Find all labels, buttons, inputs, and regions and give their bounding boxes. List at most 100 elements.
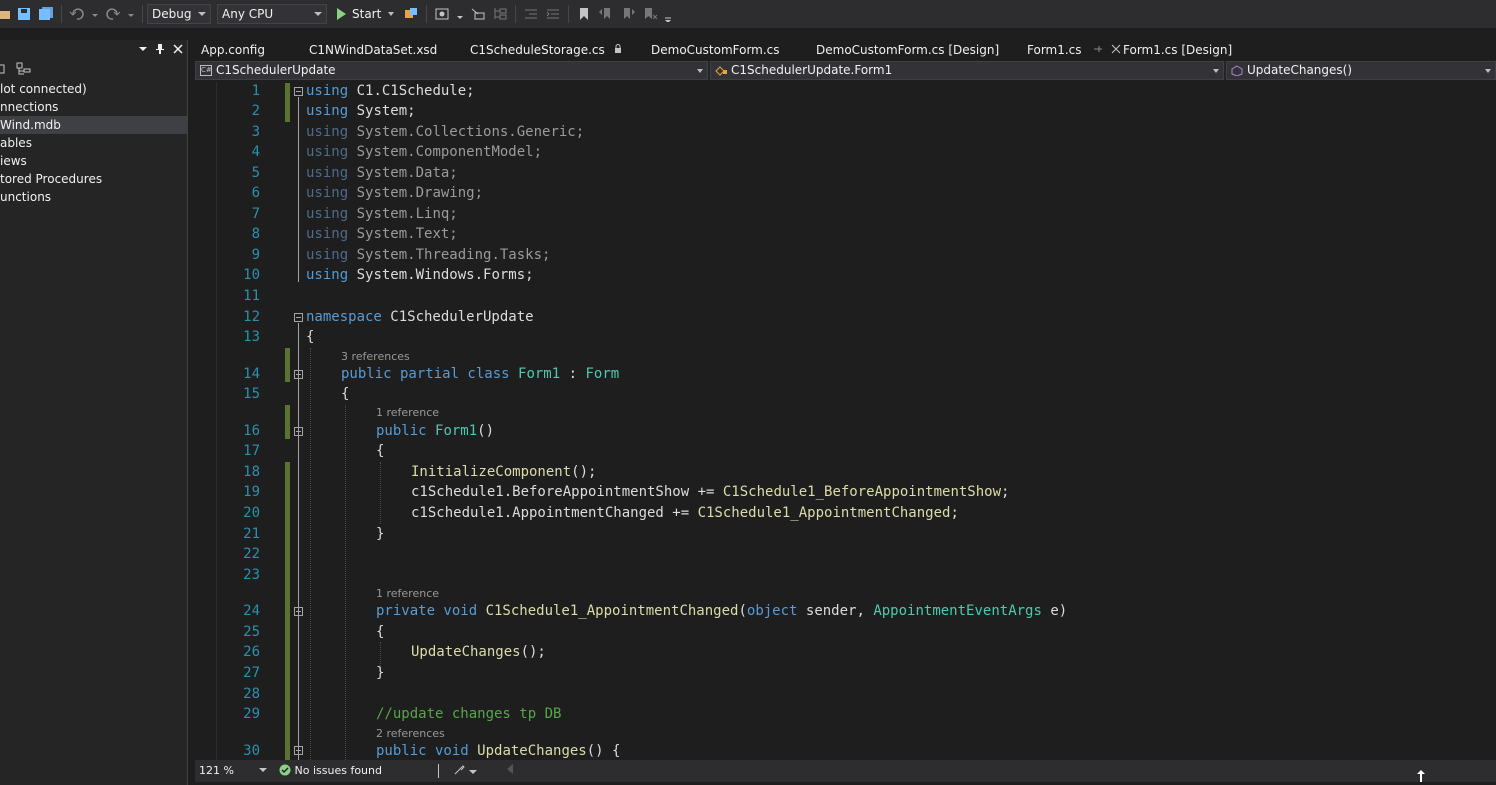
tab-democustomform-design[interactable]: DemoCustomForm.cs [Design] [816, 41, 999, 61]
tree-item-functions[interactable]: unctions [0, 188, 187, 206]
keyword: namespace [306, 309, 382, 325]
line-number: 13 [243, 329, 260, 345]
indent-guide [380, 462, 381, 524]
refresh-icon[interactable] [0, 62, 6, 76]
tab-democustomform-cs[interactable]: DemoCustomForm.cs [651, 41, 780, 61]
hierarchy-icon[interactable] [492, 6, 508, 22]
keyword: using [306, 226, 349, 242]
tree-item-tables[interactable]: ables [0, 134, 187, 152]
collapse-icon[interactable] [294, 313, 303, 322]
type-dropdown[interactable]: C1SchedulerUpdate.Form1 [710, 61, 1224, 80]
code-line: using System.ComponentModel; [306, 144, 542, 160]
csharp-project-icon: C# [200, 65, 212, 76]
tree-item-connections[interactable]: nnections [0, 98, 187, 116]
mouse-cursor [1417, 770, 1425, 785]
screenshot-icon[interactable] [434, 6, 450, 22]
pin-icon[interactable] [1093, 44, 1103, 54]
member-value: UpdateChanges() [1247, 63, 1353, 77]
platform-select[interactable]: Any CPU [217, 4, 327, 24]
code-line: using System.Windows.Forms; [306, 267, 534, 283]
main-toolbar: Debug Any CPU Start [0, 0, 1496, 28]
zoom-dropdown[interactable]: 121 % [199, 764, 268, 777]
codelens-references[interactable]: 2 references [376, 727, 445, 740]
project-dropdown[interactable]: C# C1SchedulerUpdate [195, 61, 708, 80]
codelens-references[interactable]: 1 reference [376, 587, 439, 600]
tab-c1nwinddataset-xsd[interactable]: C1NWindDataSet.xsd [309, 41, 437, 61]
collapse-icon[interactable] [294, 746, 303, 755]
pin-icon[interactable] [155, 43, 165, 55]
step-over-icon[interactable] [470, 6, 486, 22]
toolbar-separator [142, 5, 143, 23]
start-button[interactable]: Start [337, 7, 395, 21]
line-number: 28 [243, 686, 260, 702]
collapse-icon[interactable] [294, 370, 303, 379]
clear-bookmarks-icon[interactable] [642, 6, 658, 22]
change-marker [285, 348, 290, 382]
line-number: 3 [251, 124, 260, 140]
code-editor[interactable]: 1 2 3 4 5 6 7 8 9 10 11 12 13 14 15 16 1… [217, 82, 1496, 760]
collapse-icon[interactable] [294, 87, 303, 96]
cleanup-brush-button[interactable] [453, 764, 477, 779]
panel-header [0, 40, 187, 58]
keyword: private void [376, 603, 486, 619]
type-name: Form1 [518, 366, 561, 382]
connect-database-icon[interactable] [16, 62, 32, 76]
fold-line [298, 323, 299, 760]
code-line: using System.Text; [306, 226, 458, 242]
undo-icon[interactable] [69, 6, 85, 22]
issues-indicator[interactable]: No issues found [279, 764, 382, 777]
codelens-references[interactable]: 1 reference [376, 406, 439, 419]
code-line: using System.Data; [306, 165, 458, 181]
indent-guide [310, 348, 311, 760]
tab-form1-design[interactable]: Form1.cs [Design] [1123, 41, 1232, 61]
code-text: sender, [797, 603, 874, 619]
keyword: public void [376, 743, 478, 759]
editor-status-bar: 121 % No issues found [195, 760, 1496, 782]
undo-dropdown-icon[interactable] [91, 6, 99, 22]
toolbar-overflow-icon[interactable] [664, 6, 672, 23]
redo-icon[interactable] [105, 6, 121, 22]
project-value: C1SchedulerUpdate [216, 63, 336, 77]
codelens-references[interactable]: 3 references [341, 350, 410, 363]
indent-icon[interactable] [545, 6, 561, 22]
collapse-icon[interactable] [294, 607, 303, 616]
keyword: object [746, 603, 798, 619]
chevron-down-icon[interactable] [388, 12, 395, 16]
save-all-icon[interactable] [38, 6, 54, 22]
method-name: C1Schedule1_BeforeAppointmentShow [722, 484, 1002, 500]
align-dropdown-icon[interactable] [456, 6, 464, 22]
member-dropdown[interactable]: UpdateChanges() [1226, 61, 1496, 80]
tree-item-views[interactable]: iews [0, 152, 187, 170]
configuration-select[interactable]: Debug [147, 4, 211, 24]
next-bookmark-icon[interactable] [620, 6, 636, 22]
browser-link-icon[interactable] [403, 6, 419, 22]
save-icon[interactable] [16, 6, 32, 22]
outdent-icon[interactable] [523, 6, 539, 22]
tab-form1-cs[interactable]: Form1.cs [1023, 41, 1121, 61]
tree-item-stored-procedures[interactable]: tored Procedures [0, 170, 187, 188]
issues-text: No issues found [294, 764, 382, 777]
tab-c1schedulestorage-cs[interactable]: C1ScheduleStorage.cs [470, 41, 623, 61]
tree-item-nwind-mdb[interactable]: Wind.mdb [0, 116, 187, 134]
line-number: 14 [243, 366, 260, 382]
open-folder-icon[interactable] [0, 6, 10, 22]
close-tab-icon[interactable] [1111, 44, 1121, 54]
tree-item-not-connected[interactable]: lot connected) [0, 80, 187, 98]
code-line: using System; [306, 103, 416, 119]
keyword: using [306, 267, 349, 283]
tab-app-config[interactable]: App.config [201, 41, 265, 61]
type-value: C1SchedulerUpdate.Form1 [731, 63, 893, 77]
close-icon[interactable] [173, 44, 183, 54]
horizontal-scroll-left[interactable] [507, 764, 513, 777]
code-text: System.Data; [348, 165, 458, 181]
line-number: 12 [243, 309, 260, 325]
code-text: c1Schedule1.AppointmentChanged += [411, 505, 698, 521]
line-number: 18 [243, 464, 260, 480]
collapse-icon[interactable] [294, 427, 303, 436]
line-number: 15 [243, 386, 260, 402]
bookmark-icon[interactable] [576, 6, 592, 22]
previous-bookmark-icon[interactable] [598, 6, 614, 22]
panel-dropdown-icon[interactable] [139, 45, 147, 53]
tab-label: Form1.cs [Design] [1123, 43, 1233, 57]
redo-dropdown-icon[interactable] [127, 6, 135, 22]
